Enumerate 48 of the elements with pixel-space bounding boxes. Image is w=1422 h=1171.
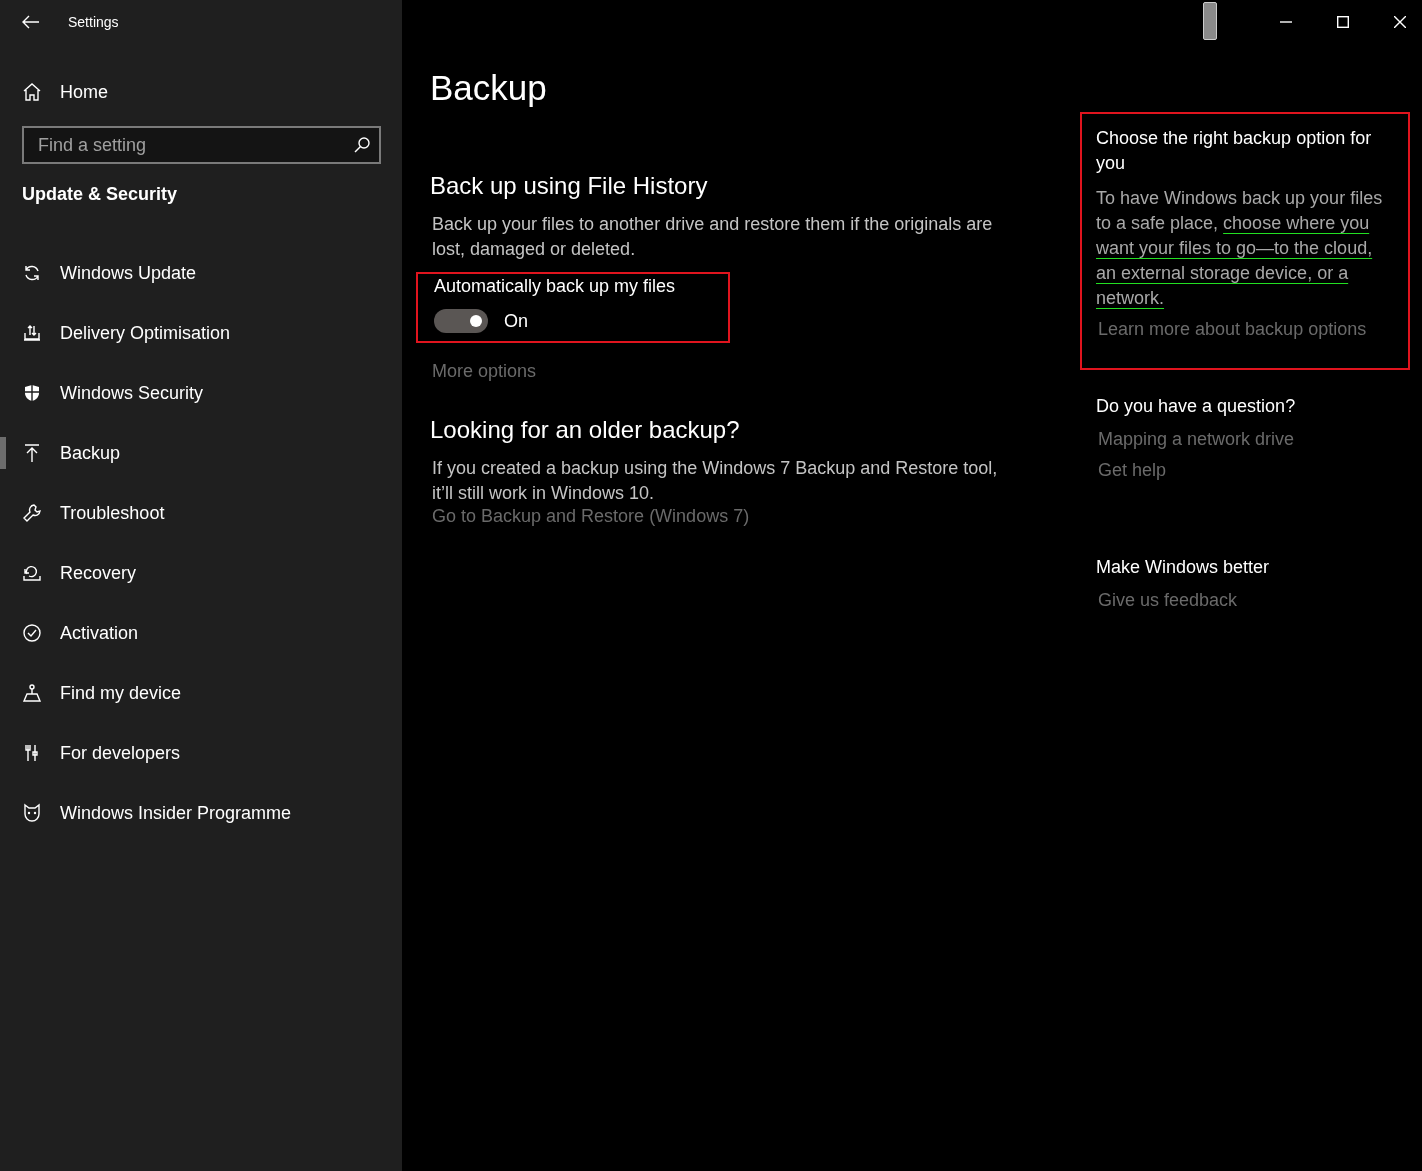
recovery-icon bbox=[22, 563, 42, 583]
section-heading: Back up using File History bbox=[430, 172, 709, 200]
aside-link[interactable]: Mapping a network drive bbox=[1098, 429, 1295, 450]
cat-icon bbox=[22, 803, 42, 823]
section-heading: Looking for an older backup? bbox=[430, 416, 741, 444]
toggle-switch[interactable] bbox=[434, 309, 488, 333]
section-heading: Update & Security bbox=[21, 184, 179, 205]
sidebar-item[interactable]: Windows Insider Programme bbox=[0, 783, 402, 843]
sidebar-item[interactable]: For developers bbox=[0, 723, 402, 783]
toggle-state: On bbox=[504, 310, 528, 332]
upload-download-icon bbox=[22, 323, 42, 343]
page-title: Backup bbox=[430, 68, 548, 108]
sidebar-item[interactable]: Backup bbox=[0, 423, 402, 483]
back-arrow-icon bbox=[22, 15, 40, 29]
backup-restore-link[interactable]: Go to Backup and Restore (Windows 7) bbox=[432, 506, 750, 527]
sync-icon bbox=[22, 263, 42, 283]
sidebar-item[interactable]: Activation bbox=[0, 603, 402, 663]
sidebar-item[interactable]: Find my device bbox=[0, 663, 402, 723]
window-title: Settings bbox=[68, 14, 119, 30]
wrench-icon bbox=[22, 503, 42, 523]
sidebar-item[interactable]: Windows Update bbox=[0, 243, 402, 303]
aside-link[interactable]: Get help bbox=[1098, 460, 1167, 481]
sidebar-item[interactable]: Delivery Optimisation bbox=[0, 303, 402, 363]
aside-paragraph: To have Windows back up your files to a safe place, choose where you want your files to go—to the cloud, an external storage device, or a network. bbox=[1096, 187, 1384, 310]
back-button[interactable] bbox=[22, 15, 40, 29]
sidebar-item[interactable]: Windows Security bbox=[0, 363, 402, 423]
aside-link[interactable]: Learn more about backup options bbox=[1098, 319, 1367, 340]
home-nav-item[interactable]: Home bbox=[0, 70, 402, 114]
sidebar-item[interactable]: Troubleshoot bbox=[0, 483, 402, 543]
section-description: If you created a backup using the Windows 7 Backup and Restore tool, it’ll still work in Windows 10. bbox=[432, 457, 999, 505]
search-field[interactable]: Find a setting bbox=[22, 126, 381, 164]
shield-icon bbox=[22, 383, 42, 403]
aside-link[interactable]: Give us feedback bbox=[1098, 590, 1238, 611]
aside-heading: Make Windows better bbox=[1096, 556, 1271, 579]
toggle-label: Automatically back up my files bbox=[434, 276, 677, 297]
close-icon bbox=[1393, 16, 1406, 28]
more-options-link[interactable]: More options bbox=[432, 361, 537, 382]
home-icon bbox=[22, 82, 42, 102]
search-icon bbox=[353, 136, 371, 154]
section-description: Back up your files to another drive and restore them if the originals are lost, damaged or deleted. bbox=[432, 213, 994, 261]
aside-heading: Choose the right backup option for you bbox=[1096, 127, 1373, 175]
scroll-handle-icon bbox=[1203, 2, 1217, 40]
upload-arrow-icon bbox=[22, 443, 42, 463]
person-location-icon bbox=[22, 683, 42, 703]
check-circle-icon bbox=[22, 623, 42, 643]
aside-heading: Do you have a question? bbox=[1096, 395, 1297, 418]
sidebar-item[interactable]: Recovery bbox=[0, 543, 402, 603]
maximize-icon bbox=[1336, 16, 1349, 28]
